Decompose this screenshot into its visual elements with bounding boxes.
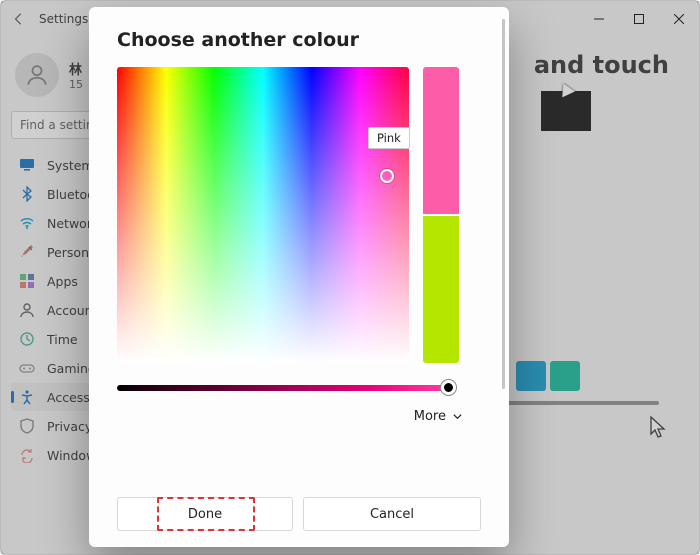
window-controls xyxy=(579,1,699,37)
cancel-button[interactable]: Cancel xyxy=(303,497,481,531)
color-preview xyxy=(423,67,459,363)
more-label: More xyxy=(414,409,446,424)
dialog-scrollbar[interactable] xyxy=(502,19,505,389)
value-slider[interactable] xyxy=(117,385,452,391)
slider-thumb[interactable] xyxy=(441,380,456,395)
more-toggle[interactable]: More xyxy=(414,409,463,424)
close-button[interactable] xyxy=(659,1,699,37)
maximize-button[interactable] xyxy=(619,1,659,37)
color-picker-dialog: Choose another colour Pink More Done Can… xyxy=(89,7,509,547)
dialog-title: Choose another colour xyxy=(117,29,481,51)
spectrum-selector[interactable] xyxy=(380,169,394,183)
preview-new xyxy=(423,67,459,214)
minimize-button[interactable] xyxy=(579,1,619,37)
color-spectrum[interactable]: Pink xyxy=(117,67,409,363)
preview-old xyxy=(423,216,459,363)
color-tooltip: Pink xyxy=(368,127,410,149)
chevron-down-icon xyxy=(452,411,463,422)
done-button[interactable]: Done xyxy=(117,497,293,531)
